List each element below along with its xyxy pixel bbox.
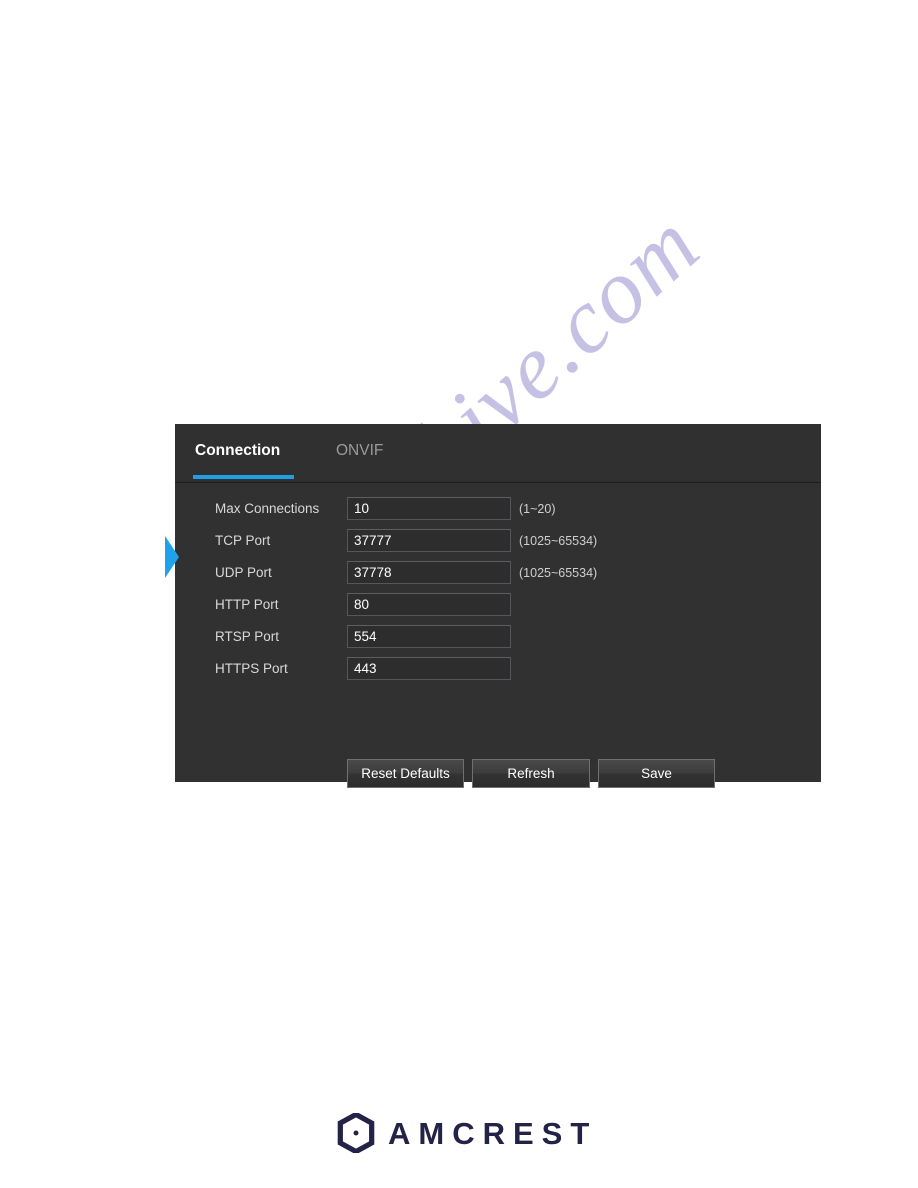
udp-port-input[interactable] — [347, 561, 511, 584]
reset-defaults-button[interactable]: Reset Defaults — [347, 759, 464, 788]
amcrest-logo: AMCREST — [337, 1110, 589, 1156]
max-connections-input[interactable] — [347, 497, 511, 520]
tab-bar: Connection ONVIF — [175, 424, 821, 483]
settings-form: Max Connections (1~20) TCP Port (1025~65… — [175, 483, 821, 788]
active-tab-indicator — [193, 475, 294, 479]
field-hint: (1025~65534) — [519, 566, 598, 580]
rtsp-port-input[interactable] — [347, 625, 511, 648]
amcrest-hexagon-icon — [337, 1113, 375, 1153]
amcrest-wordmark: AMCREST — [388, 1115, 598, 1151]
connection-settings-panel: Connection ONVIF Max Connections (1~20) … — [165, 424, 821, 788]
field-hint: (1~20) — [519, 502, 556, 516]
field-hint: (1025~65534) — [519, 534, 598, 548]
refresh-button[interactable]: Refresh — [472, 759, 590, 788]
http-port-input[interactable] — [347, 593, 511, 616]
tab-onvif[interactable]: ONVIF — [336, 442, 383, 460]
left-pointer-icon — [165, 536, 179, 578]
https-port-input[interactable] — [347, 657, 511, 680]
tab-connection[interactable]: Connection — [195, 442, 280, 460]
save-button[interactable]: Save — [598, 759, 715, 788]
tcp-port-input[interactable] — [347, 529, 511, 552]
